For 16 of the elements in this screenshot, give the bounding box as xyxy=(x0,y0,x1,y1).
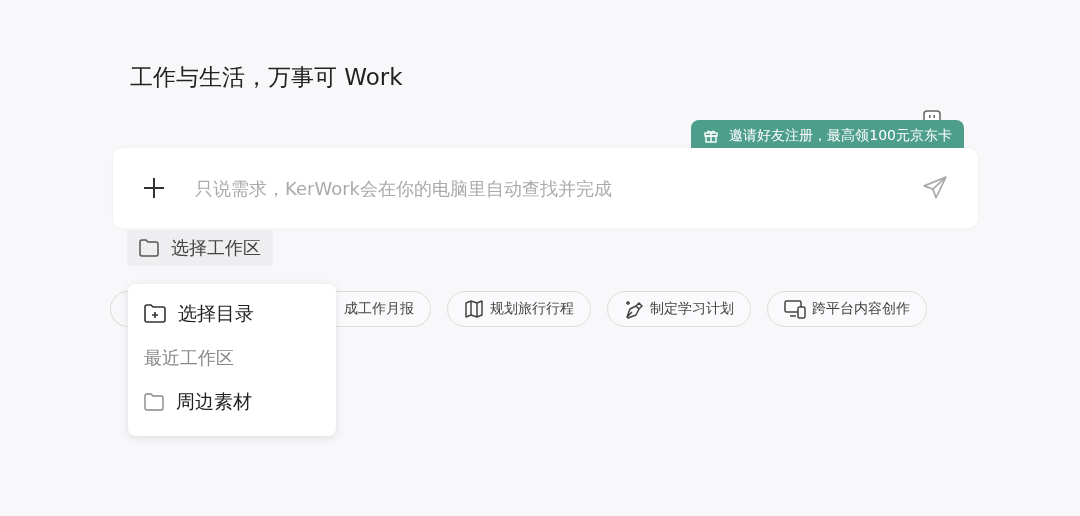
suggestion-chip[interactable]: 跨平台内容创作 xyxy=(767,291,927,327)
gift-icon xyxy=(703,128,720,144)
folder-plus-icon xyxy=(144,304,166,324)
map-icon xyxy=(464,299,484,319)
page-heading: 工作与生活，万事可 Work xyxy=(130,63,404,92)
suggestion-chip[interactable]: 规划旅行行程 xyxy=(447,291,591,327)
workspace-button[interactable]: 选择工作区 xyxy=(127,230,273,266)
menu-section-header: 最近工作区 xyxy=(144,346,235,370)
pen-icon xyxy=(624,299,644,319)
folder-icon xyxy=(139,239,159,257)
devices-icon xyxy=(784,299,806,319)
suggestion-chip[interactable]: 制定学习计划 xyxy=(607,291,751,327)
menu-item[interactable]: 周边素材 xyxy=(144,380,320,424)
plus-icon[interactable] xyxy=(143,177,165,199)
prompt-input-field[interactable]: 只说需求，KerWork会在你的电脑里自动查找并完成 xyxy=(193,176,894,200)
folder-icon xyxy=(144,393,164,411)
